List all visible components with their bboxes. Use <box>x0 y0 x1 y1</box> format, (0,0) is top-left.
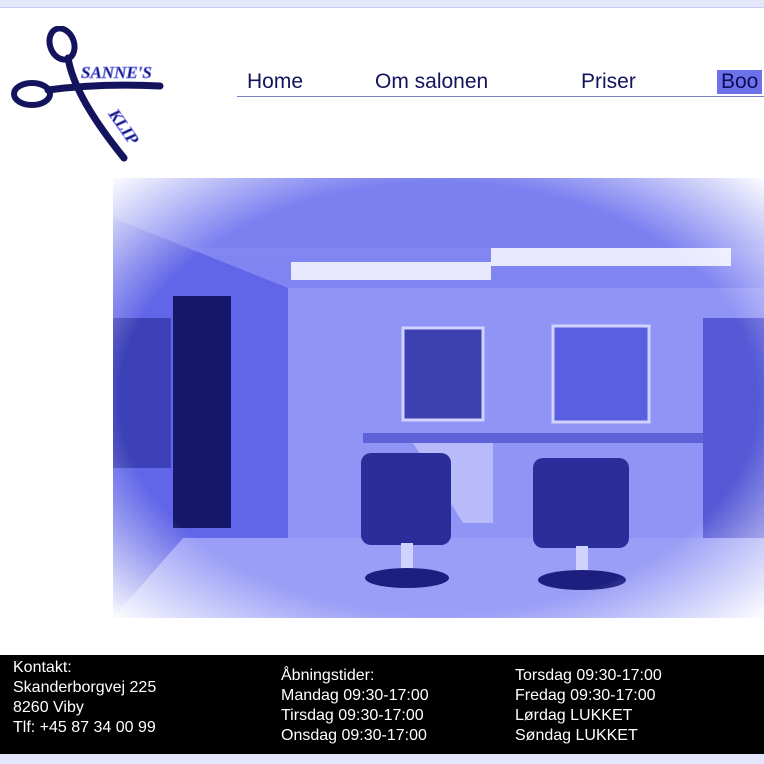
opening-hours-left: Åbningstider: Mandag 09:30-17:00 Tirsdag… <box>281 666 429 746</box>
hours-tuesday: Tirsdag 09:30-17:00 <box>281 707 424 724</box>
nav-priser[interactable]: Priser <box>581 70 636 94</box>
hours-sunday: Søndag LUKKET <box>515 727 638 744</box>
contact-info: Kontakt: Skanderborgvej 225 8260 Viby Tl… <box>13 658 156 738</box>
nav-om-salonen[interactable]: Om salonen <box>375 70 488 94</box>
hours-wednesday: Onsdag 09:30-17:00 <box>281 727 427 744</box>
contact-street: Skanderborgvej 225 <box>13 679 157 696</box>
nav-home[interactable]: Home <box>247 70 303 94</box>
logo-brand-top: SANNE'S <box>81 63 152 82</box>
scissors-logo-icon: SANNE'S KLIP <box>11 25 164 162</box>
contact-heading: Kontakt: <box>13 659 72 676</box>
page-body: SANNE'S KLIP Home Om salonen Priser Boo <box>0 7 764 658</box>
contact-city: 8260 Viby <box>13 699 84 716</box>
salon-interior-photo <box>113 178 764 618</box>
nav-booking[interactable]: Boo <box>717 70 763 94</box>
hours-heading: Åbningstider: <box>281 667 375 684</box>
bottom-band <box>0 754 764 764</box>
main-nav: Home Om salonen Priser Boo <box>237 66 764 97</box>
footer: Kontakt: Skanderborgvej 225 8260 Viby Tl… <box>0 655 764 754</box>
hours-friday: Fredag 09:30-17:00 <box>515 687 656 704</box>
hours-saturday: Lørdag LUKKET <box>515 707 633 724</box>
hours-thursday: Torsdag 09:30-17:00 <box>515 667 662 684</box>
hours-monday: Mandag 09:30-17:00 <box>281 687 429 704</box>
opening-hours-right: Torsdag 09:30-17:00 Fredag 09:30-17:00 L… <box>515 666 662 746</box>
salon-logo[interactable]: SANNE'S KLIP <box>8 25 172 166</box>
contact-phone[interactable]: Tlf: +45 87 34 00 99 <box>13 718 156 738</box>
